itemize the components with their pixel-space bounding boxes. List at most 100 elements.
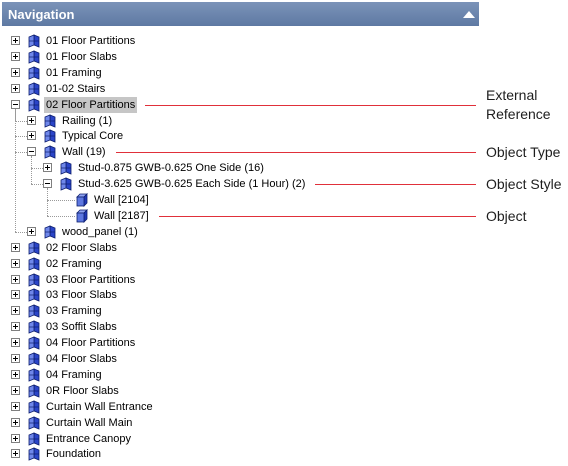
- tree-guide-line: [31, 156, 32, 184]
- expand-plus-icon[interactable]: [11, 243, 20, 252]
- callout-label: External: [486, 87, 538, 103]
- tree-item-label: Curtain Wall Entrance: [46, 401, 153, 413]
- expand-plus-icon[interactable]: [11, 275, 20, 284]
- tree-item[interactable]: 01-02 Stairs: [0, 81, 481, 97]
- expand-plus-icon[interactable]: [11, 36, 20, 45]
- tree-item-label: Wall [2104]: [94, 194, 149, 206]
- object-type-icon: [27, 304, 41, 318]
- navigation-tree: 01 Floor Partitions 01 Floor Slabs 01 Fram…: [0, 0, 481, 465]
- tree-item-label: 03 Soffit Slabs: [46, 321, 117, 333]
- wall-object-icon: [75, 209, 89, 223]
- tree-item-label: 03 Floor Slabs: [46, 289, 117, 301]
- expand-plus-icon[interactable]: [11, 322, 20, 331]
- tree-item-label: 0R Floor Slabs: [46, 385, 119, 397]
- expand-plus-icon[interactable]: [27, 227, 36, 236]
- object-type-icon: [27, 66, 41, 80]
- tree-item[interactable]: 01 Floor Partitions: [0, 33, 481, 49]
- tree-item[interactable]: Foundation: [0, 446, 481, 462]
- tree-guide-line: [15, 152, 27, 153]
- tree-item-label: 03 Framing: [46, 305, 102, 317]
- expand-plus-icon[interactable]: [11, 306, 20, 315]
- tree-item[interactable]: Curtain Wall Main: [0, 415, 481, 431]
- tree-item[interactable]: 03 Floor Partitions: [0, 272, 481, 288]
- collapse-minus-icon[interactable]: [11, 100, 20, 109]
- expand-plus-icon[interactable]: [11, 418, 20, 427]
- expand-plus-icon[interactable]: [27, 131, 36, 140]
- tree-item[interactable]: Stud-0.875 GWB-0.625 One Side (16): [0, 160, 481, 176]
- expand-plus-icon[interactable]: [43, 163, 52, 172]
- expand-plus-icon[interactable]: [11, 434, 20, 443]
- tree-item[interactable]: 03 Floor Slabs: [0, 287, 481, 303]
- tree-guide-line: [15, 136, 27, 137]
- tree-item-label: Typical Core: [62, 130, 124, 142]
- tree-guide-line: [47, 200, 75, 201]
- expand-plus-icon[interactable]: [11, 402, 20, 411]
- object-type-icon: [27, 368, 41, 382]
- expand-plus-icon[interactable]: [11, 449, 20, 458]
- tree-item[interactable]: 0R Floor Slabs: [0, 383, 481, 399]
- object-type-icon: [27, 288, 41, 302]
- tree-item[interactable]: 03 Framing: [0, 303, 481, 319]
- tree-item-label: 01 Floor Partitions: [46, 35, 136, 47]
- object-type-icon: [43, 225, 57, 239]
- tree-item[interactable]: 04 Floor Partitions: [0, 335, 481, 351]
- tree-item[interactable]: 04 Floor Slabs: [0, 351, 481, 367]
- tree-item-label: Wall [2187]: [94, 210, 149, 222]
- collapse-minus-icon[interactable]: [43, 179, 52, 188]
- tree-item[interactable]: wood_panel (1): [0, 224, 481, 240]
- callout-line: [145, 105, 476, 106]
- tree-item-label: Stud-0.875 GWB-0.625 One Side (16): [78, 162, 264, 174]
- expand-plus-icon[interactable]: [11, 370, 20, 379]
- expand-plus-icon[interactable]: [27, 116, 36, 125]
- object-type-icon: [27, 432, 41, 446]
- tree-item-label: 01 Floor Slabs: [46, 51, 117, 63]
- tree-item[interactable]: 02 Framing: [0, 256, 481, 272]
- tree-item-label: Railing (1): [62, 115, 113, 127]
- tree-item[interactable]: 01 Floor Slabs: [0, 49, 481, 65]
- callout-label: Reference: [486, 106, 551, 122]
- object-type-icon: [27, 447, 41, 461]
- expand-plus-icon[interactable]: [11, 290, 20, 299]
- callout-label: Object: [486, 208, 527, 224]
- expand-plus-icon[interactable]: [11, 84, 20, 93]
- object-type-icon: [27, 320, 41, 334]
- tree-guide-line: [15, 109, 16, 232]
- tree-item-label: Curtain Wall Main: [46, 417, 133, 429]
- object-type-icon: [27, 82, 41, 96]
- tree-item[interactable]: 04 Framing: [0, 367, 481, 383]
- tree-item[interactable]: 02 Floor Slabs: [0, 240, 481, 256]
- tree-item-label: Entrance Canopy: [46, 433, 131, 445]
- tree-item-label: 04 Floor Slabs: [46, 353, 117, 365]
- collapse-minus-icon[interactable]: [27, 147, 36, 156]
- tree-guide-line: [15, 121, 27, 122]
- expand-plus-icon[interactable]: [11, 354, 20, 363]
- tree-guide-line: [31, 184, 43, 185]
- tree-item-label: 04 Framing: [46, 369, 102, 381]
- tree-item[interactable]: 03 Soffit Slabs: [0, 319, 481, 335]
- object-type-icon: [27, 257, 41, 271]
- tree-guide-line: [15, 232, 27, 233]
- tree-item-label: Stud-3.625 GWB-0.625 Each Side (1 Hour) …: [78, 178, 306, 190]
- tree-guide-line: [47, 216, 75, 217]
- expand-plus-icon[interactable]: [11, 259, 20, 268]
- tree-item[interactable]: Curtain Wall Entrance: [0, 399, 481, 415]
- object-type-icon: [27, 384, 41, 398]
- expand-plus-icon[interactable]: [11, 338, 20, 347]
- tree-item-label: 03 Floor Partitions: [46, 274, 136, 286]
- object-type-icon: [27, 98, 41, 112]
- object-type-icon: [27, 336, 41, 350]
- object-type-icon: [59, 161, 73, 175]
- tree-item[interactable]: 01 Framing: [0, 65, 481, 81]
- expand-plus-icon[interactable]: [11, 386, 20, 395]
- expand-plus-icon[interactable]: [11, 52, 20, 61]
- object-type-icon: [27, 241, 41, 255]
- tree-item-label: 02 Floor Slabs: [46, 242, 117, 254]
- tree-item[interactable]: Typical Core: [0, 128, 481, 144]
- callout-line: [116, 152, 476, 153]
- callout-label: Object Type: [486, 144, 561, 160]
- tree-item[interactable]: Entrance Canopy: [0, 431, 481, 447]
- tree-item[interactable]: Railing (1): [0, 113, 481, 129]
- expand-plus-icon[interactable]: [11, 68, 20, 77]
- tree-item-label: Foundation: [46, 448, 102, 460]
- object-type-icon: [59, 177, 73, 191]
